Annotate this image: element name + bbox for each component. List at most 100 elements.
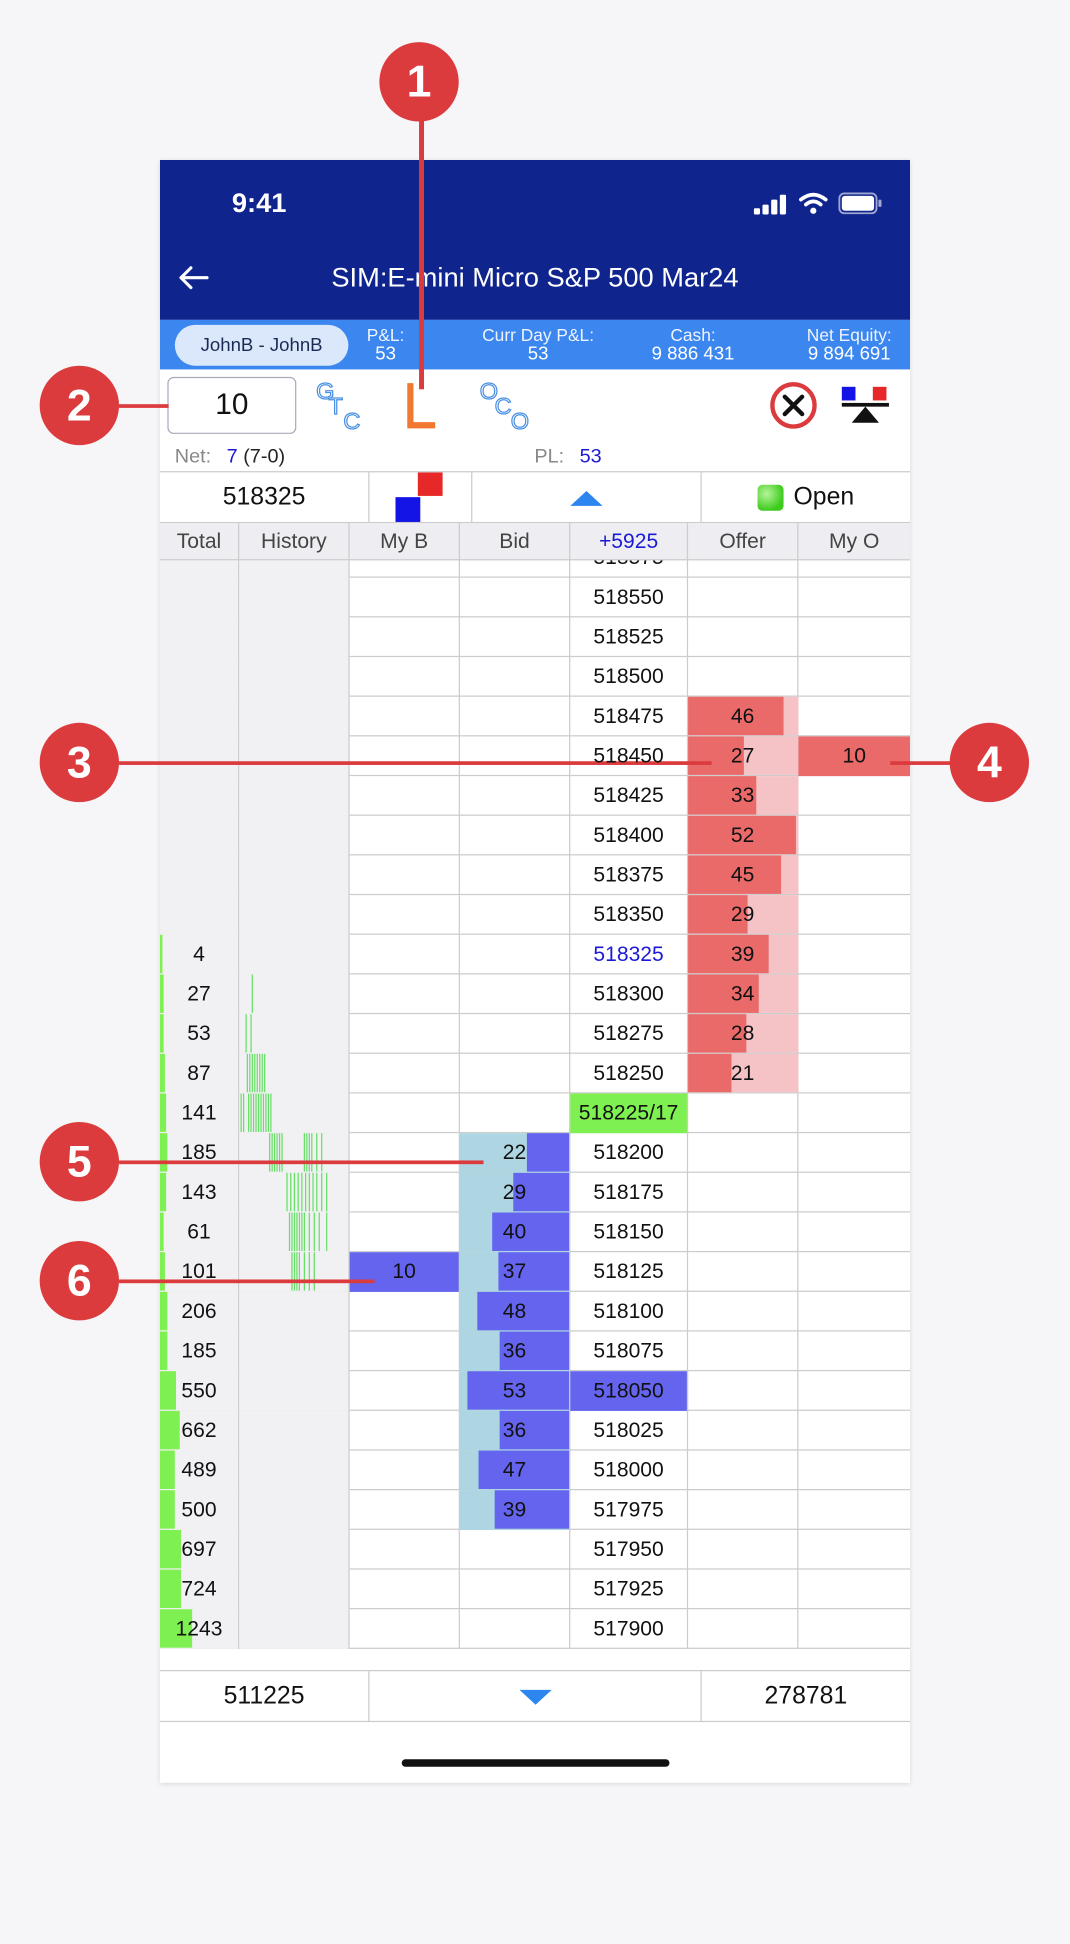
my-bid-cell[interactable] bbox=[350, 1053, 460, 1094]
offer-cell[interactable] bbox=[688, 617, 799, 658]
offer-cell[interactable] bbox=[688, 1609, 799, 1649]
price-cell[interactable]: 518150 bbox=[570, 1212, 689, 1253]
quantity-input[interactable]: 10 bbox=[167, 376, 297, 434]
price-cell[interactable]: 517925 bbox=[570, 1569, 689, 1610]
bid-cell[interactable]: 53 bbox=[459, 1371, 571, 1411]
flatten-balance-icon[interactable] bbox=[839, 384, 891, 426]
offer-cell[interactable] bbox=[688, 1450, 799, 1491]
offer-cell[interactable] bbox=[688, 560, 799, 578]
ladder-row[interactable]: 518475 46 bbox=[159, 696, 911, 737]
my-bid-cell[interactable] bbox=[350, 1133, 460, 1173]
ladder-row[interactable]: 4 518325 39 bbox=[159, 934, 911, 975]
bid-cell[interactable] bbox=[460, 855, 571, 896]
price-cell[interactable]: 518475 bbox=[570, 696, 689, 737]
price-cell[interactable]: 518500 bbox=[570, 657, 689, 697]
my-offer-cell[interactable] bbox=[798, 974, 910, 1014]
my-offer-cell[interactable] bbox=[798, 1252, 910, 1292]
ladder-row[interactable]: 53 518275 28 bbox=[159, 1014, 911, 1054]
bid-cell[interactable] bbox=[460, 815, 571, 856]
ladder-row[interactable]: 143 29 518175 bbox=[159, 1172, 911, 1213]
offer-cell[interactable] bbox=[688, 1212, 799, 1253]
offer-cell[interactable]: 45 bbox=[688, 855, 799, 896]
my-offer-cell[interactable] bbox=[798, 1609, 910, 1649]
ladder-row[interactable]: 141 518225/17 bbox=[159, 1093, 911, 1134]
offer-cell[interactable] bbox=[688, 1529, 799, 1570]
price-cell[interactable]: 518275 bbox=[570, 1014, 689, 1054]
my-bid-cell[interactable] bbox=[350, 934, 460, 975]
price-cell[interactable]: 518050 bbox=[570, 1371, 689, 1411]
price-cell[interactable]: 518400 bbox=[570, 815, 689, 856]
offer-cell[interactable] bbox=[688, 1252, 799, 1292]
ladder-row[interactable]: 518575 bbox=[159, 560, 911, 578]
offer-cell[interactable] bbox=[688, 1371, 799, 1411]
price-cell[interactable]: 517975 bbox=[570, 1490, 689, 1530]
my-offer-cell[interactable] bbox=[798, 1094, 910, 1134]
ladder-row[interactable]: 662 36 518025 bbox=[159, 1410, 911, 1451]
my-bid-cell[interactable] bbox=[350, 1490, 460, 1530]
price-cell[interactable]: 518325 bbox=[570, 934, 689, 975]
my-bid-cell[interactable] bbox=[350, 1291, 460, 1332]
my-bid-cell[interactable] bbox=[350, 560, 460, 578]
price-cell[interactable]: 518550 bbox=[570, 577, 689, 618]
my-offer-cell[interactable]: 10 bbox=[798, 736, 911, 777]
ladder-row[interactable]: 518525 bbox=[159, 617, 911, 658]
offer-cell[interactable]: 52 bbox=[688, 815, 799, 856]
bottom-right-value[interactable]: 278781 bbox=[702, 1671, 910, 1722]
ladder-row[interactable]: 518425 33 bbox=[159, 776, 911, 816]
my-bid-cell[interactable] bbox=[350, 1609, 460, 1649]
price-cell[interactable]: 518175 bbox=[570, 1172, 689, 1213]
offer-cell[interactable]: 21 bbox=[688, 1053, 799, 1094]
my-offer-cell[interactable] bbox=[798, 1054, 910, 1094]
offer-cell[interactable] bbox=[688, 1133, 799, 1173]
my-offer-cell[interactable] bbox=[798, 1133, 910, 1173]
bid-cell[interactable] bbox=[460, 657, 571, 697]
ladder-row[interactable]: 724 517925 bbox=[159, 1569, 911, 1610]
offer-cell[interactable] bbox=[688, 1410, 799, 1451]
my-bid-cell[interactable] bbox=[350, 776, 460, 816]
ladder-row[interactable]: 550 53 518050 bbox=[159, 1371, 911, 1411]
my-offer-cell[interactable] bbox=[798, 697, 910, 737]
bid-cell[interactable] bbox=[460, 1529, 571, 1570]
my-bid-cell[interactable] bbox=[350, 696, 460, 737]
bid-cell[interactable] bbox=[460, 1093, 571, 1134]
price-cell[interactable]: 518450 bbox=[570, 736, 689, 777]
ladder-row[interactable]: 518450 27 10 bbox=[159, 736, 911, 777]
price-cell[interactable]: 518425 bbox=[570, 776, 689, 816]
my-offer-cell[interactable] bbox=[798, 1173, 910, 1213]
my-bid-cell[interactable] bbox=[350, 815, 460, 856]
offer-cell[interactable]: 34 bbox=[688, 974, 799, 1015]
my-offer-cell[interactable] bbox=[798, 1292, 910, 1332]
offer-cell[interactable] bbox=[688, 1331, 799, 1372]
offer-cell[interactable] bbox=[688, 577, 799, 618]
price-cell[interactable]: 518200 bbox=[570, 1133, 689, 1173]
my-bid-cell[interactable] bbox=[350, 1172, 460, 1213]
my-bid-cell[interactable] bbox=[350, 1014, 460, 1054]
bid-cell[interactable] bbox=[460, 974, 571, 1015]
offer-cell[interactable]: 27 bbox=[688, 736, 799, 777]
ladder-row[interactable]: 87 518250 21 bbox=[159, 1053, 911, 1094]
gtc-toggle-icon[interactable]: G T C bbox=[311, 377, 368, 434]
my-bid-cell[interactable] bbox=[350, 1529, 460, 1570]
ladder-row[interactable]: 518350 29 bbox=[159, 895, 911, 935]
bid-cell[interactable] bbox=[460, 934, 571, 975]
ladder-row[interactable]: 101 10 37 518125 bbox=[159, 1252, 911, 1292]
scroll-up-button[interactable] bbox=[472, 472, 702, 524]
bid-cell[interactable] bbox=[460, 895, 571, 935]
ladder-row[interactable]: 697 517950 bbox=[159, 1529, 911, 1570]
my-offer-cell[interactable] bbox=[798, 935, 910, 975]
ladder-row[interactable]: 61 40 518150 bbox=[159, 1212, 911, 1253]
bid-cell[interactable] bbox=[460, 776, 571, 816]
my-offer-cell[interactable] bbox=[798, 657, 910, 697]
my-bid-cell[interactable] bbox=[350, 1569, 460, 1610]
bid-cell[interactable]: 40 bbox=[459, 1212, 571, 1253]
my-offer-cell[interactable] bbox=[798, 1570, 910, 1610]
bid-cell[interactable] bbox=[460, 560, 571, 578]
offer-cell[interactable]: 33 bbox=[688, 776, 799, 816]
my-bid-cell[interactable] bbox=[350, 1331, 460, 1372]
bid-cell[interactable]: 47 bbox=[459, 1450, 571, 1491]
ladder-row[interactable]: 518375 45 bbox=[159, 855, 911, 896]
ladder-row[interactable]: 185 36 518075 bbox=[159, 1331, 911, 1372]
ladder-row[interactable]: 489 47 518000 bbox=[159, 1450, 911, 1491]
my-offer-cell[interactable] bbox=[798, 816, 910, 856]
my-bid-cell[interactable] bbox=[350, 1212, 460, 1253]
